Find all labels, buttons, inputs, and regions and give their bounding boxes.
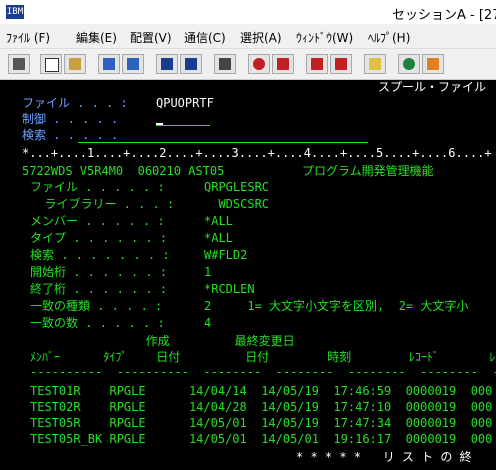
param-value: QRPGLESRC xyxy=(204,180,270,194)
column-underline: ---------- ---------- -------- -------- … xyxy=(30,365,496,379)
terminal-screen[interactable]: スプール・ファイル ファイル . . . : QPUOPRTF 制御 . . .… xyxy=(0,80,496,470)
search-field[interactable] xyxy=(78,142,368,143)
menu-file[interactable]: ﾌｧｲﾙ (F) xyxy=(6,29,50,46)
list-end: * * * * * リ ス ト の 終 xyxy=(296,450,472,464)
stop-icon[interactable] xyxy=(272,54,294,74)
column-headers-1: 作成 最終変更日 削除 xyxy=(30,334,496,348)
param-label: メンバー . . . . . : xyxy=(30,214,165,228)
search-label: 検索 . . . . . xyxy=(22,128,119,142)
record-icon[interactable] xyxy=(248,54,270,74)
print-screen-icon[interactable] xyxy=(8,54,30,74)
file-value: QPUOPRTF xyxy=(156,96,214,110)
param-label: ライブラリー . . . : xyxy=(30,197,175,211)
param-value: 4 xyxy=(204,316,212,330)
menu-select[interactable]: 選択(A) xyxy=(240,29,282,46)
ruler: *...+....1....+....2....+....3....+....4… xyxy=(22,146,492,160)
receive-icon[interactable] xyxy=(122,54,144,74)
play-icon[interactable] xyxy=(306,54,328,74)
param-label: 一致の数 . . . . . : xyxy=(30,316,165,330)
param-value: *RCDLEN xyxy=(204,282,255,296)
menu-bar: ﾌｧｲﾙ (F) 編集(E) 配置(V) 通信(C) 選択(A) ｳｨﾝﾄﾞｳ(… xyxy=(0,26,496,46)
table-row[interactable]: TEST02R RPGLE 14/04/28 14/05/19 17:47:10… xyxy=(30,400,492,414)
table-row[interactable]: TEST05R RPGLE 14/05/01 14/05/19 17:47:34… xyxy=(30,416,492,430)
param-value: *ALL xyxy=(204,214,233,228)
screen-header: スプール・ファイル xyxy=(378,80,487,94)
keypad-icon[interactable] xyxy=(180,54,202,74)
tag-icon[interactable] xyxy=(422,54,444,74)
macro-icon[interactable] xyxy=(214,54,236,74)
title-bar: IBM セッションA - [27 xyxy=(0,0,496,24)
notes-icon[interactable] xyxy=(364,54,386,74)
param-value: W#FLD2 xyxy=(204,248,248,262)
param-label: タイプ . . . . . . : xyxy=(30,231,168,245)
file-label: ファイル . . . : xyxy=(22,96,128,110)
param-label: 開始桁 . . . . . . : xyxy=(30,265,168,279)
send-icon[interactable] xyxy=(98,54,120,74)
param-value: 1 xyxy=(204,265,212,279)
param-label: 一致の種類 . . . . : xyxy=(30,299,163,313)
sys-line: 5722WDS V5R4M0 060210 AST05 xyxy=(22,164,225,178)
toolbar xyxy=(0,48,496,80)
column-headers-2: ﾒﾝﾊﾞｰ ﾀｲﾌﾟ 日付 日付 時刻 ﾚｺｰﾄﾞ ﾚｺｰﾄ xyxy=(30,350,496,364)
window-title: セッションA - [27 xyxy=(392,8,496,23)
control-field[interactable] xyxy=(156,125,210,126)
menu-comm[interactable]: 通信(C) xyxy=(184,29,226,46)
menu-edit[interactable]: 編集(E) xyxy=(76,29,117,46)
menu-help[interactable]: ﾍﾙﾌﾟ(H) xyxy=(368,29,410,46)
param-label: ファイル . . . . . : xyxy=(30,180,165,194)
param-value: WDSCSRC xyxy=(204,197,270,211)
menu-view[interactable]: 配置(V) xyxy=(130,29,172,46)
param-value: *ALL xyxy=(204,231,233,245)
paste-icon[interactable] xyxy=(64,54,86,74)
cursor xyxy=(156,123,163,125)
globe-icon[interactable] xyxy=(398,54,420,74)
param-value: 2 1= 大文字小文字を区別, 2= 大文字小 xyxy=(204,299,469,313)
table-row[interactable]: TEST01R RPGLE 14/04/14 14/05/19 17:46:59… xyxy=(30,384,492,398)
control-label: 制御 . . . . . xyxy=(22,112,119,126)
copy-icon[interactable] xyxy=(40,54,62,74)
param-label: 終了桁 . . . . . . : xyxy=(30,282,168,296)
app-icon: IBM xyxy=(6,5,24,19)
menu-window[interactable]: ｳｨﾝﾄﾞｳ(W) xyxy=(296,29,353,46)
program-title: プログラム開発管理機能 xyxy=(302,164,434,178)
table-row[interactable]: TEST05R_BK RPGLE 14/05/01 14/05/01 19:16… xyxy=(30,432,492,446)
edit-icon[interactable] xyxy=(330,54,352,74)
param-label: 検索 . . . . . . . : xyxy=(30,248,170,262)
display-icon[interactable] xyxy=(156,54,178,74)
